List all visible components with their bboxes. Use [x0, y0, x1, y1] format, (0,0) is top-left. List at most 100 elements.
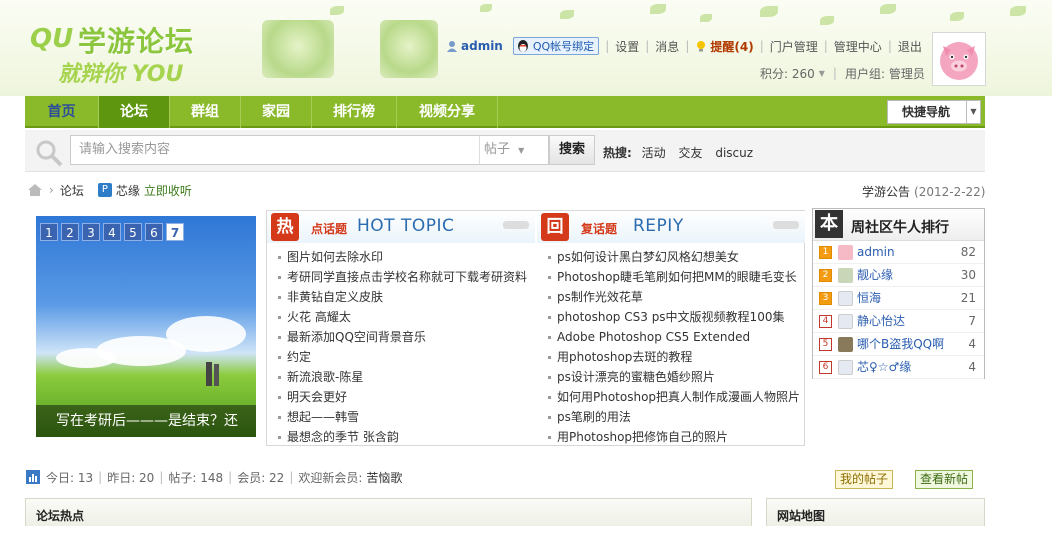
site-logo[interactable]: QU 学游论坛 就辩你 YOU — [28, 18, 218, 90]
slider-page-button[interactable]: 6 — [145, 223, 163, 241]
list-item[interactable]: 用photoshop去斑的教程 — [537, 347, 805, 367]
search-button[interactable]: 搜索 — [549, 135, 595, 165]
slider-page-button-current[interactable]: 7 — [166, 223, 184, 241]
remind-link[interactable]: 提醒(4) — [710, 38, 753, 55]
user-avatar[interactable] — [932, 32, 986, 86]
nav-ranking[interactable]: 排行榜 — [312, 96, 397, 128]
search-type-select[interactable]: 帖子 ▼ — [479, 135, 549, 165]
search-type-label: 帖子 — [484, 142, 511, 157]
header-leaf-image — [262, 20, 334, 78]
table-row[interactable]: 6 芯♀☆♂缘 4 — [813, 356, 984, 379]
slider-caption[interactable]: 写在考研后———是结束？还 — [36, 405, 256, 437]
slider-page-button[interactable]: 2 — [61, 223, 79, 241]
rank-user-name[interactable]: 哪个B盗我QQ啊 — [857, 333, 944, 356]
nav-home[interactable]: 首页 — [25, 96, 99, 128]
nav-video-share[interactable]: 视频分享 — [397, 96, 498, 128]
chevron-down-icon[interactable]: ▼ — [966, 101, 980, 123]
list-item[interactable]: 用Photoshop把修饰自己的照片 — [537, 427, 805, 447]
table-row[interactable]: 1 admin 82 — [813, 241, 984, 264]
list-item[interactable]: 约定 — [267, 347, 535, 367]
list-item[interactable]: 考研同学直接点击学校名称就可下载考研资料 — [267, 267, 535, 287]
table-row[interactable]: 2 靓心缘 30 — [813, 264, 984, 287]
list-item[interactable]: photoshop CS3 ps中文版视频教程100集 — [537, 307, 805, 327]
rank-user-name[interactable]: 芯♀☆♂缘 — [857, 356, 911, 379]
settings-link[interactable]: 设置 — [615, 38, 639, 55]
qq-bind-button[interactable]: QQ帐号绑定 — [512, 37, 600, 55]
user-group-link[interactable]: 用户组: 管理员 — [845, 65, 925, 82]
hot-term[interactable]: discuz — [715, 146, 753, 160]
avatar — [838, 314, 853, 329]
list-item[interactable]: ps制作光效花草 — [537, 287, 805, 307]
announcement[interactable]: 学游公告 (2012-2-22) — [862, 183, 985, 200]
slider-page-button[interactable]: 3 — [82, 223, 100, 241]
divider: | — [605, 39, 610, 53]
hot-search-label: 热搜: — [603, 146, 632, 160]
table-row[interactable]: 5 哪个B盗我QQ啊 4 — [813, 333, 984, 356]
list-item[interactable]: 最新添加QQ空间背景音乐 — [267, 327, 535, 347]
breadcrumb-site[interactable]: 芯缘 — [116, 182, 140, 199]
leaf-decoration — [700, 14, 712, 22]
app-icon: P — [97, 183, 112, 197]
portal-admin-link[interactable]: 门户管理 — [770, 38, 818, 55]
list-item[interactable]: ps笔刷的用法 — [537, 407, 805, 427]
nav-forum[interactable]: 论坛 — [99, 96, 170, 128]
newest-member-link[interactable]: 苦恼歌 — [366, 469, 402, 486]
list-item[interactable]: 火花 高耀太 — [267, 307, 535, 327]
list-item[interactable]: 如何用Photoshop把真人制作成漫画人物照片 — [537, 387, 805, 407]
admin-center-link[interactable]: 管理中心 — [834, 38, 882, 55]
hot-topics-box: 热 点话题 HOT TOPIC 回 复话题 REPIY 图片如何去除水印 考研同… — [266, 210, 805, 446]
avatar — [838, 360, 853, 375]
list-item[interactable]: 想起——韩雪 — [267, 407, 535, 427]
rank-count: 21 — [960, 291, 976, 305]
hot-term[interactable]: 交友 — [678, 146, 702, 160]
hot-topic-list: 图片如何去除水印 考研同学直接点击学校名称就可下载考研资料 非黄钻自定义皮肤 火… — [267, 247, 535, 447]
home-icon[interactable] — [27, 183, 43, 197]
table-row[interactable]: 3 恒海 21 — [813, 287, 984, 310]
list-item[interactable]: ps如何设计黑白梦幻风格幻想美女 — [537, 247, 805, 267]
nav-home-space[interactable]: 家园 — [241, 96, 312, 128]
hot-term[interactable]: 活动 — [642, 146, 666, 160]
rank-number: 5 — [819, 338, 832, 351]
list-item[interactable]: 新流浪歌-陈星 — [267, 367, 535, 387]
scroll-control-icon[interactable] — [773, 221, 799, 229]
hot-topic-header: 热 点话题 HOT TOPIC — [267, 211, 535, 243]
image-slider[interactable]: 1 2 3 4 5 6 7 写在考研后———是结束？还 — [36, 216, 256, 437]
slider-page-button[interactable]: 4 — [103, 223, 121, 241]
rank-user-name[interactable]: 靓心缘 — [857, 264, 893, 287]
hot-search: 热搜: 活动 交友 discuz — [603, 144, 762, 161]
breadcrumb-forum[interactable]: 论坛 — [60, 182, 84, 199]
list-item[interactable]: 最想念的季节 张含韵 — [267, 427, 535, 447]
slider-page-button[interactable]: 1 — [40, 223, 58, 241]
list-item[interactable]: Adobe Photoshop CS5 Extended — [537, 327, 805, 347]
divider: | — [159, 470, 164, 484]
nav-groups[interactable]: 群组 — [170, 96, 241, 128]
points-dropdown[interactable]: 积分: 260 — [760, 65, 815, 82]
slider-page-button[interactable]: 5 — [124, 223, 142, 241]
my-posts-button[interactable]: 我的帖子 — [835, 470, 894, 489]
rank-user-name[interactable]: 静心怡达 — [857, 310, 905, 333]
list-item[interactable]: 非黄钻自定义皮肤 — [267, 287, 535, 307]
leaf-decoration — [560, 10, 574, 19]
scroll-control-icon[interactable] — [503, 221, 529, 229]
list-item[interactable]: 明天会更好 — [267, 387, 535, 407]
divider: | — [832, 66, 837, 80]
chevron-down-icon[interactable]: ▼ — [819, 69, 825, 78]
logout-link[interactable]: 退出 — [898, 38, 922, 55]
user-info-row: 积分: 260 ▼ | 用户组: 管理员 — [760, 65, 925, 82]
table-row[interactable]: 4 静心怡达 7 — [813, 310, 984, 333]
username-link[interactable]: admin — [461, 39, 503, 53]
divider: | — [228, 470, 233, 484]
leaf-decoration — [1010, 6, 1026, 16]
quick-nav-button[interactable]: 快捷导航 ▼ — [887, 100, 981, 124]
forum-stats: 今日: 13 | 昨日: 20 | 帖子: 148 | 会员: 22 | 欢迎新… — [26, 469, 402, 485]
list-item[interactable]: ps设计漂亮的蜜糖色婚纱照片 — [537, 367, 805, 387]
list-item[interactable]: 图片如何去除水印 — [267, 247, 535, 267]
rank-user-name[interactable]: admin — [857, 241, 895, 264]
messages-link[interactable]: 消息 — [655, 38, 679, 55]
search-input[interactable]: 请输入搜索内容 — [70, 135, 525, 165]
rank-user-name[interactable]: 恒海 — [857, 287, 881, 310]
main-nav: 首页 论坛 群组 家园 排行榜 视频分享 快捷导航 ▼ — [25, 96, 985, 128]
collect-link[interactable]: 立即收听 — [144, 182, 192, 199]
list-item[interactable]: Photoshop睫毛笔刷如何把MM的眼睫毛变长 — [537, 267, 805, 287]
view-new-posts-button[interactable]: 查看新帖 — [915, 470, 974, 489]
